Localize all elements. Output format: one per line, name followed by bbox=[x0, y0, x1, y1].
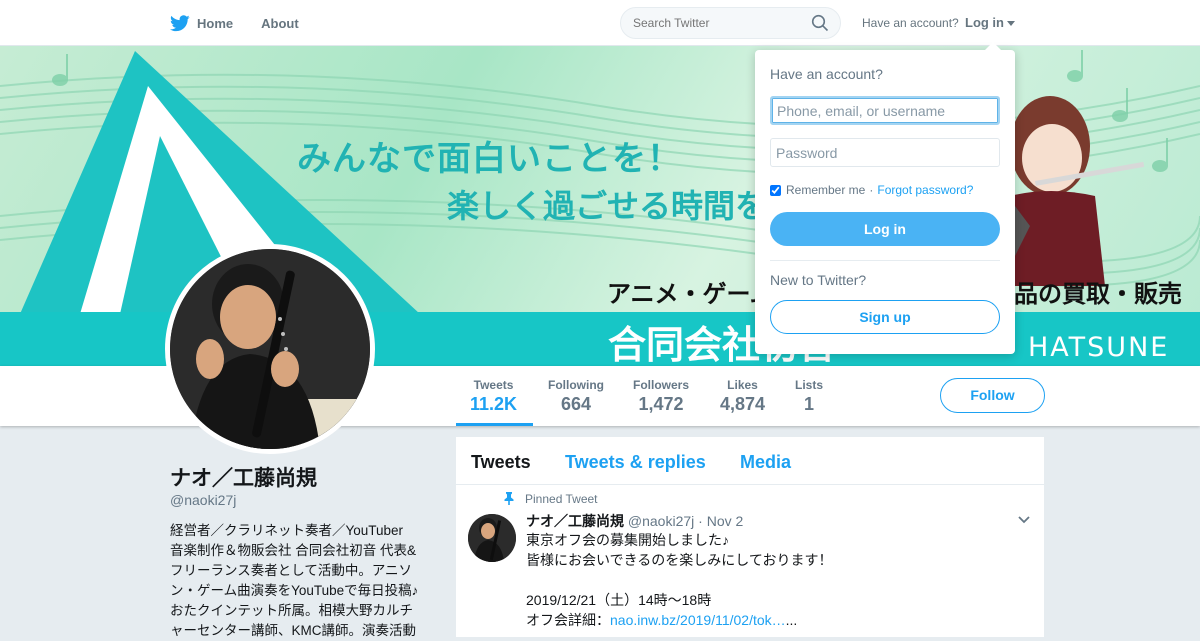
stat-followers-label: Followers bbox=[633, 378, 690, 392]
bio-line: ン・ゲーム曲演奏をYouTubeで毎日投稿♪ bbox=[170, 583, 419, 598]
stat-following-value: 664 bbox=[560, 394, 592, 414]
remember-me-checkbox[interactable] bbox=[770, 184, 781, 196]
tab-tweets[interactable]: Tweets bbox=[471, 452, 531, 473]
tweet-separator: · bbox=[698, 513, 703, 529]
timeline-tabs: Tweets Tweets & replies Media bbox=[456, 437, 1044, 485]
password-field[interactable] bbox=[770, 138, 1000, 167]
banner-headline-2: 楽しく過ごせる時間を bbox=[447, 187, 768, 225]
banner-headline-1: みんなで面白いことを！ bbox=[297, 139, 682, 179]
signup-button[interactable]: Sign up bbox=[770, 300, 1000, 334]
tweet-author-handle[interactable]: @naoki27j bbox=[628, 513, 694, 529]
stat-following[interactable]: Following 664 bbox=[548, 378, 604, 415]
stat-tweets[interactable]: Tweets 11.2K bbox=[470, 378, 517, 415]
banner-subline-left: アニメ・ゲーム bbox=[607, 280, 774, 308]
tweet-line: 2019/12/21（土）14時～18時 bbox=[526, 592, 712, 608]
stat-lists-label: Lists bbox=[795, 378, 824, 392]
stat-likes[interactable]: Likes 4,874 bbox=[720, 378, 765, 415]
remember-me-label: Remember me bbox=[786, 183, 866, 197]
stat-followers-value: 1,472 bbox=[638, 394, 684, 414]
remember-me: Remember me · Forgot password? bbox=[770, 183, 973, 197]
profile-avatar[interactable] bbox=[165, 244, 375, 454]
active-tab-underline bbox=[456, 423, 533, 426]
stat-followers[interactable]: Followers 1,472 bbox=[633, 378, 689, 415]
tweet-detail-prefix: オフ会詳細： bbox=[526, 612, 610, 628]
avatar-photo bbox=[170, 249, 370, 449]
nav-home-label: Home bbox=[197, 15, 234, 31]
tweet-header: ナオ／工藤尚規 @naoki27j · Nov 2 bbox=[526, 511, 743, 531]
tweet-author-name[interactable]: ナオ／工藤尚規 bbox=[526, 513, 624, 529]
caret-down-icon bbox=[1007, 21, 1015, 27]
tweet-text: 東京オフ会の募集開始しました♪ 皆様にお会いできるのを楽しみにしております！ 2… bbox=[526, 530, 1026, 630]
nav-home[interactable]: Home bbox=[170, 14, 234, 32]
new-to-twitter-label: New to Twitter? bbox=[770, 272, 867, 288]
stat-likes-label: Likes bbox=[727, 378, 758, 392]
follow-button[interactable]: Follow bbox=[940, 378, 1045, 413]
bio-line: ャーセンター講師、KMC講師。演奏活動 bbox=[170, 623, 416, 638]
pin-icon bbox=[504, 492, 514, 505]
search-icon[interactable] bbox=[811, 14, 829, 32]
bio-line: フリーランス奏者として活動中。アニソ bbox=[170, 563, 413, 578]
nav-about[interactable]: About bbox=[261, 16, 299, 31]
top-navigation: Home About Have an account? Log in bbox=[0, 0, 1200, 46]
forgot-password-link[interactable]: Forgot password? bbox=[877, 183, 973, 197]
tweet-avatar[interactable] bbox=[468, 514, 516, 562]
tab-media[interactable]: Media bbox=[740, 452, 791, 473]
profile-name: ナオ／工藤尚規 bbox=[170, 467, 317, 490]
tweet-avatar-photo bbox=[468, 514, 516, 562]
login-dropdown-toggle[interactable]: Log in bbox=[965, 15, 1015, 30]
tweet-link-suffix: ... bbox=[785, 612, 798, 628]
stat-tweets-label: Tweets bbox=[473, 378, 514, 392]
tweet-detail-line: オフ会詳細：nao.inw.bz/2019/11/02/tok…... bbox=[526, 610, 1026, 630]
username-field[interactable] bbox=[770, 96, 1000, 125]
bio-line: 経営者／クラリネット奏者／YouTuber bbox=[170, 523, 404, 538]
dropdown-divider bbox=[770, 260, 1000, 261]
tweet-link[interactable]: nao.inw.bz/2019/11/02/tok… bbox=[610, 612, 786, 628]
tab-tweets-replies[interactable]: Tweets & replies bbox=[565, 452, 706, 473]
tweet-line: 東京オフ会の募集開始しました♪ bbox=[526, 532, 729, 548]
twitter-bird-icon bbox=[170, 14, 190, 31]
stat-following-label: Following bbox=[548, 378, 604, 392]
profile-handle[interactable]: @naoki27j bbox=[170, 492, 236, 508]
stat-likes-value: 4,874 bbox=[720, 394, 766, 414]
dropdown-arrow bbox=[985, 42, 1001, 50]
login-button[interactable]: Log in bbox=[770, 212, 1000, 246]
remember-separator: · bbox=[869, 183, 874, 197]
profile-bio: 経営者／クラリネット奏者／YouTuber 音楽制作＆物販会社 合同会社初音 代… bbox=[170, 521, 440, 641]
stat-tweets-value: 11.2K bbox=[470, 394, 518, 414]
banner-company-en: HATSUNE LLC. bbox=[1028, 332, 1170, 366]
login-dropdown: Have an account? Remember me · Forgot pa… bbox=[755, 50, 1015, 354]
dropdown-title: Have an account? bbox=[770, 66, 883, 82]
login-toggle-label: Log in bbox=[965, 15, 1004, 30]
timeline: Tweets Tweets & replies Media Pinned Twe… bbox=[456, 437, 1044, 637]
bio-line: おたクインテット所属。相模大野カルチ bbox=[170, 603, 413, 618]
tweet-line: 皆様にお会いできるのを楽しみにしております！ bbox=[526, 552, 833, 568]
bio-line: 音楽制作＆物販会社 合同会社初音 代表& bbox=[170, 543, 417, 558]
banner-subline-right: 品の買取・販売 bbox=[1014, 280, 1182, 308]
stat-lists[interactable]: Lists 1 bbox=[795, 378, 823, 415]
pinned-tweet-label: Pinned Tweet bbox=[525, 492, 598, 506]
stat-lists-value: 1 bbox=[804, 394, 815, 414]
chevron-down-icon[interactable] bbox=[1017, 515, 1031, 525]
search-input[interactable] bbox=[620, 7, 841, 39]
tweet-date[interactable]: Nov 2 bbox=[707, 513, 744, 529]
nav-left: Home About bbox=[170, 0, 327, 46]
have-account-label: Have an account? bbox=[862, 16, 959, 30]
